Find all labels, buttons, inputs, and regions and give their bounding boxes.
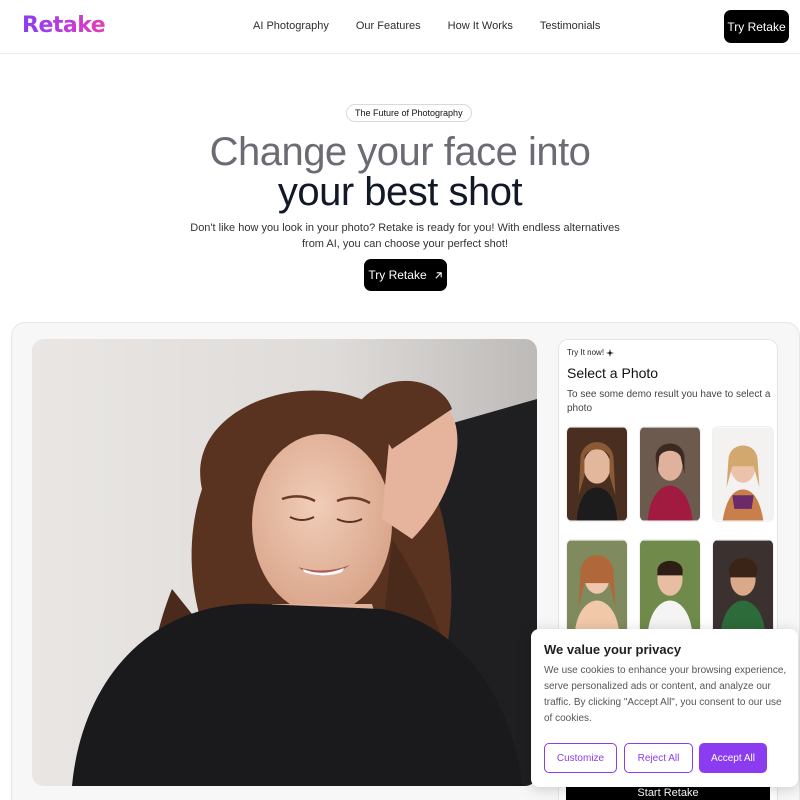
nav-links: AI Photography Our Features How It Works… (253, 20, 627, 32)
nav-try-retake-button[interactable]: Try Retake (724, 10, 789, 43)
nav-link-testimonials[interactable]: Testimonials (540, 20, 601, 32)
try-it-now-tag: Try It now! (567, 348, 615, 357)
logo-text: Retake (22, 13, 106, 38)
select-photo-title: Select a Photo (567, 365, 659, 381)
accept-all-button[interactable]: Accept All (699, 743, 767, 773)
hero-cta-label: Try Retake (368, 268, 427, 282)
hero-title-line1: Change your face into (209, 130, 591, 174)
nav-link-ai-photography[interactable]: AI Photography (253, 20, 329, 32)
nav-link-our-features[interactable]: Our Features (356, 20, 421, 32)
cookie-text: We use cookies to enhance your browsing … (544, 665, 787, 724)
sparkle-icon (606, 348, 615, 357)
cookie-consent-banner: We value your privacy We use cookies to … (531, 629, 798, 787)
try-it-now-label: Try It now! (567, 348, 605, 357)
logo[interactable]: Retake (22, 13, 106, 38)
photo-option[interactable] (639, 426, 701, 522)
hero-try-retake-button[interactable]: Try Retake (364, 259, 447, 291)
arrow-up-right-icon (435, 271, 442, 279)
photo-option[interactable] (712, 426, 774, 522)
photo-option[interactable] (566, 426, 628, 522)
cookie-title: We value your privacy (544, 642, 682, 657)
photo-option[interactable] (566, 539, 628, 635)
customize-button[interactable]: Customize (544, 743, 617, 773)
hero-title-line2: your best shot (277, 170, 523, 214)
reject-all-button[interactable]: Reject All (624, 743, 693, 773)
hero-description: Don't like how you look in your photo? R… (190, 222, 620, 250)
main-photo (32, 339, 537, 786)
select-photo-description: To see some demo result you have to sele… (567, 389, 771, 414)
photo-option[interactable] (639, 539, 701, 635)
top-navbar: Retake AI Photography Our Features How I… (0, 0, 800, 54)
nav-link-how-it-works[interactable]: How It Works (448, 20, 513, 32)
photo-option[interactable] (712, 539, 774, 635)
hero-badge: The Future of Photography (346, 104, 472, 122)
